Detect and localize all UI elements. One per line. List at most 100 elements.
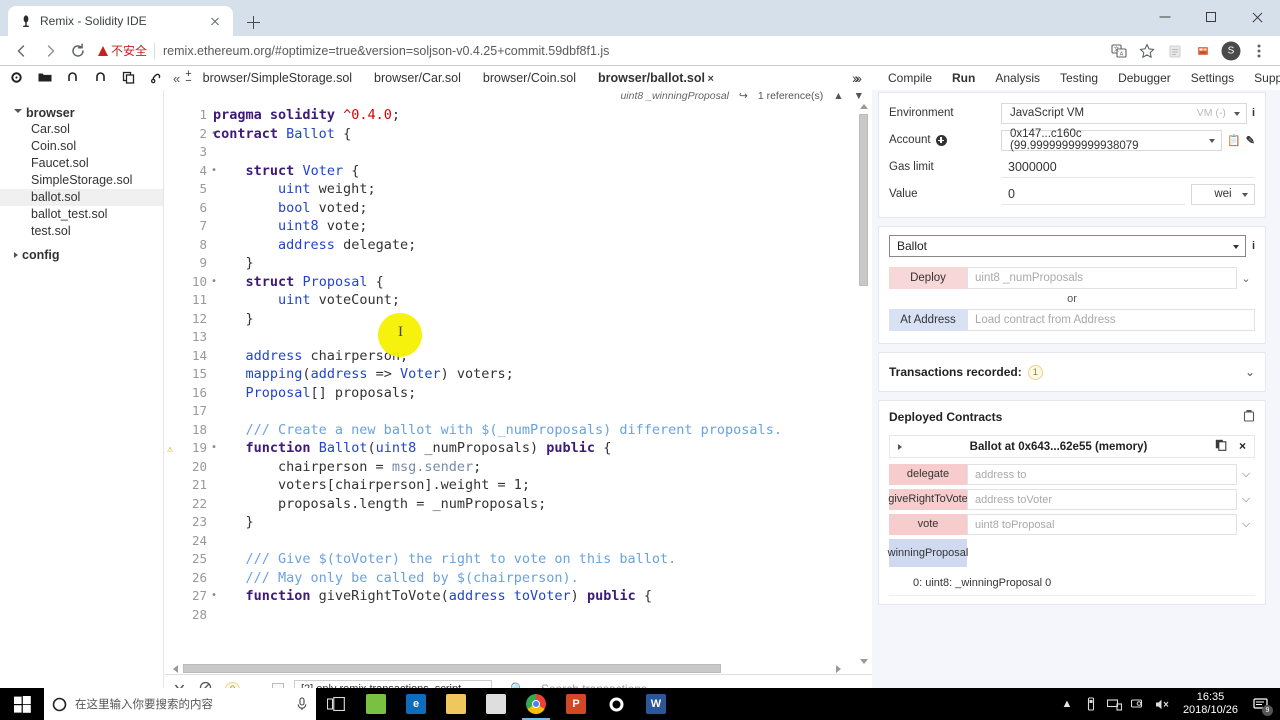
- folder-icon[interactable]: [38, 71, 52, 85]
- browser-tab-close-icon[interactable]: [207, 13, 223, 29]
- explorer-root-browser[interactable]: browser: [0, 104, 163, 121]
- plus-circle-icon[interactable]: [935, 134, 947, 146]
- window-close-button[interactable]: [1234, 0, 1280, 34]
- chevron-down-icon[interactable]: ⌵: [1237, 518, 1255, 531]
- transactions-recorded-card[interactable]: Transactions recorded: 1 ⌄: [878, 352, 1266, 392]
- code-line-7[interactable]: uint8 vote;: [213, 217, 855, 236]
- code-line-28[interactable]: [213, 606, 855, 625]
- right-panel-tab-support[interactable]: Support: [1244, 66, 1280, 90]
- translate-icon[interactable]: 文A: [1106, 38, 1132, 64]
- network-icon[interactable]: [1103, 688, 1127, 720]
- taskbar-app-media-icon[interactable]: [476, 688, 516, 720]
- code-line-20[interactable]: chairperson = msg.sender;: [213, 458, 855, 477]
- code-line-26[interactable]: /// May only be called by $(chairperson)…: [213, 569, 855, 588]
- code-line-14[interactable]: address chairperson;: [213, 347, 855, 366]
- right-panel-tab-debugger[interactable]: Debugger: [1108, 66, 1181, 90]
- code-line-21[interactable]: voters[chairperson].weight = 1;: [213, 476, 855, 495]
- scroll-down-arrow-icon[interactable]: [860, 659, 868, 664]
- taskbar-search-input[interactable]: 在这里输入你要搜索的内容: [44, 688, 316, 720]
- deploy-args-input[interactable]: uint8 _numProposals: [967, 267, 1237, 289]
- trash-icon[interactable]: [1243, 409, 1255, 425]
- window-maximize-button[interactable]: [1188, 0, 1234, 34]
- editor-tab-1[interactable]: browser/Car.sol: [363, 66, 472, 90]
- reload-icon[interactable]: [64, 37, 92, 65]
- browser-tab[interactable]: Remix - Solidity IDE: [8, 6, 233, 36]
- goto-icon[interactable]: ↪: [739, 90, 748, 102]
- chevron-down-icon[interactable]: ⌵: [1237, 468, 1255, 481]
- address-bar[interactable]: 不安全 remix.ethereum.org/#optimize=true&ve…: [98, 39, 1100, 62]
- security-status[interactable]: 不安全: [98, 42, 156, 59]
- copy-icon[interactable]: [122, 71, 136, 85]
- code-line-13[interactable]: [213, 328, 855, 347]
- delegate-input[interactable]: address to: [967, 464, 1237, 485]
- scroll-up-arrow-icon[interactable]: [860, 104, 868, 109]
- explorer-root-config[interactable]: config: [0, 246, 163, 263]
- reader-icon[interactable]: [1162, 38, 1188, 64]
- taskbar-app-file-explorer-icon[interactable]: [436, 688, 476, 720]
- editor-vertical-scrollbar[interactable]: [858, 104, 869, 664]
- new-tab-button[interactable]: [239, 8, 267, 36]
- vscroll-thumb[interactable]: [859, 114, 868, 286]
- right-panel-tab-compile[interactable]: Compile: [878, 66, 942, 90]
- forward-arrow-icon[interactable]: [36, 37, 64, 65]
- close-icon[interactable]: ×: [1239, 437, 1246, 456]
- window-minimize-button[interactable]: [1142, 0, 1188, 34]
- code-line-25[interactable]: /// Give $(toVoter) the right to vote on…: [213, 550, 855, 569]
- chevron-down-icon[interactable]: ⌄: [1245, 365, 1255, 379]
- code-line-6[interactable]: bool voted;: [213, 199, 855, 218]
- environment-select[interactable]: JavaScript VM VM (-): [1001, 102, 1247, 124]
- explorer-file-Faucet-sol[interactable]: Faucet.sol: [0, 155, 163, 172]
- explorer-file-Car-sol[interactable]: Car.sol: [0, 121, 163, 138]
- mute-icon[interactable]: [1151, 688, 1175, 720]
- deploy-button[interactable]: Deploy: [889, 267, 967, 289]
- giveRightToVote-button[interactable]: giveRightToVote: [888, 489, 968, 510]
- giveRightToVote-input[interactable]: address toVoter: [967, 489, 1237, 510]
- chevron-left-icon[interactable]: «: [173, 71, 180, 86]
- explorer-file-test-sol[interactable]: test.sol: [0, 223, 163, 240]
- code-line-27[interactable]: function giveRightToVote(address toVoter…: [213, 587, 855, 606]
- refresh-icon[interactable]: [66, 71, 80, 85]
- taskbar-app-settings-gear-icon[interactable]: [596, 688, 636, 720]
- code-line-5[interactable]: uint weight;: [213, 180, 855, 199]
- editor-tab-2[interactable]: browser/Coin.sol: [472, 66, 587, 90]
- right-panel-tab-analysis[interactable]: Analysis: [985, 66, 1050, 90]
- vote-input[interactable]: uint8 toProposal: [967, 514, 1237, 535]
- contract-instance-header[interactable]: Ballot at 0x643...62e55 (memory) ×: [889, 435, 1255, 458]
- right-panel-tab-settings[interactable]: Settings: [1181, 66, 1244, 90]
- explorer-file-Coin-sol[interactable]: Coin.sol: [0, 138, 163, 155]
- battery-icon[interactable]: [1079, 688, 1103, 720]
- code-line-24[interactable]: [213, 532, 855, 551]
- winning-proposal-button[interactable]: winningProposal: [888, 539, 968, 567]
- code-line-1[interactable]: pragma solidity ^0.4.0;: [213, 106, 855, 125]
- right-panel-tab-run[interactable]: Run: [942, 66, 985, 90]
- vote-button[interactable]: vote: [889, 514, 967, 535]
- code-line-15[interactable]: mapping(address => Voter) voters;: [213, 365, 855, 384]
- notification-center-icon[interactable]: 9: [1246, 688, 1276, 720]
- code-line-16[interactable]: Proposal[] proposals;: [213, 384, 855, 403]
- taskbar-app-word-icon[interactable]: W: [636, 688, 676, 720]
- chevron-down-icon[interactable]: ▼: [854, 90, 864, 102]
- back-arrow-icon[interactable]: [8, 37, 36, 65]
- explorer-file-ballot-sol[interactable]: ballot.sol: [0, 189, 163, 206]
- taskbar-app-powerpoint-icon[interactable]: P: [556, 688, 596, 720]
- chevron-up-icon[interactable]: ▲: [833, 90, 843, 102]
- copy-icon[interactable]: 📋: [1227, 134, 1241, 147]
- avatar[interactable]: S: [1218, 38, 1244, 64]
- taskbar-app-edge-icon[interactable]: e: [396, 688, 436, 720]
- right-panel-collapse-icon[interactable]: »: [852, 70, 860, 86]
- right-panel-tab-testing[interactable]: Testing: [1050, 66, 1108, 90]
- extension-icon[interactable]: [1190, 38, 1216, 64]
- at-address-button[interactable]: At Address: [889, 309, 967, 331]
- editor-horizontal-scrollbar[interactable]: [173, 663, 841, 674]
- info-icon[interactable]: i: [1252, 240, 1255, 252]
- edit-icon[interactable]: ✎: [1246, 134, 1255, 147]
- code-line-4[interactable]: struct Voter {: [213, 162, 855, 181]
- editor-tab-0[interactable]: browser/SimpleStorage.sol: [192, 66, 363, 90]
- task-view-icon[interactable]: [316, 688, 356, 720]
- taskbar-clock[interactable]: 16:35 2018/10/26: [1175, 691, 1246, 717]
- info-icon[interactable]: i: [1252, 107, 1255, 119]
- code-line-19[interactable]: function Ballot(uint8 _numProposals) pub…: [213, 439, 855, 458]
- code-line-8[interactable]: address delegate;: [213, 236, 855, 255]
- value-input[interactable]: 0: [1001, 183, 1186, 205]
- code-line-18[interactable]: /// Create a new ballot with $(_numPropo…: [213, 421, 855, 440]
